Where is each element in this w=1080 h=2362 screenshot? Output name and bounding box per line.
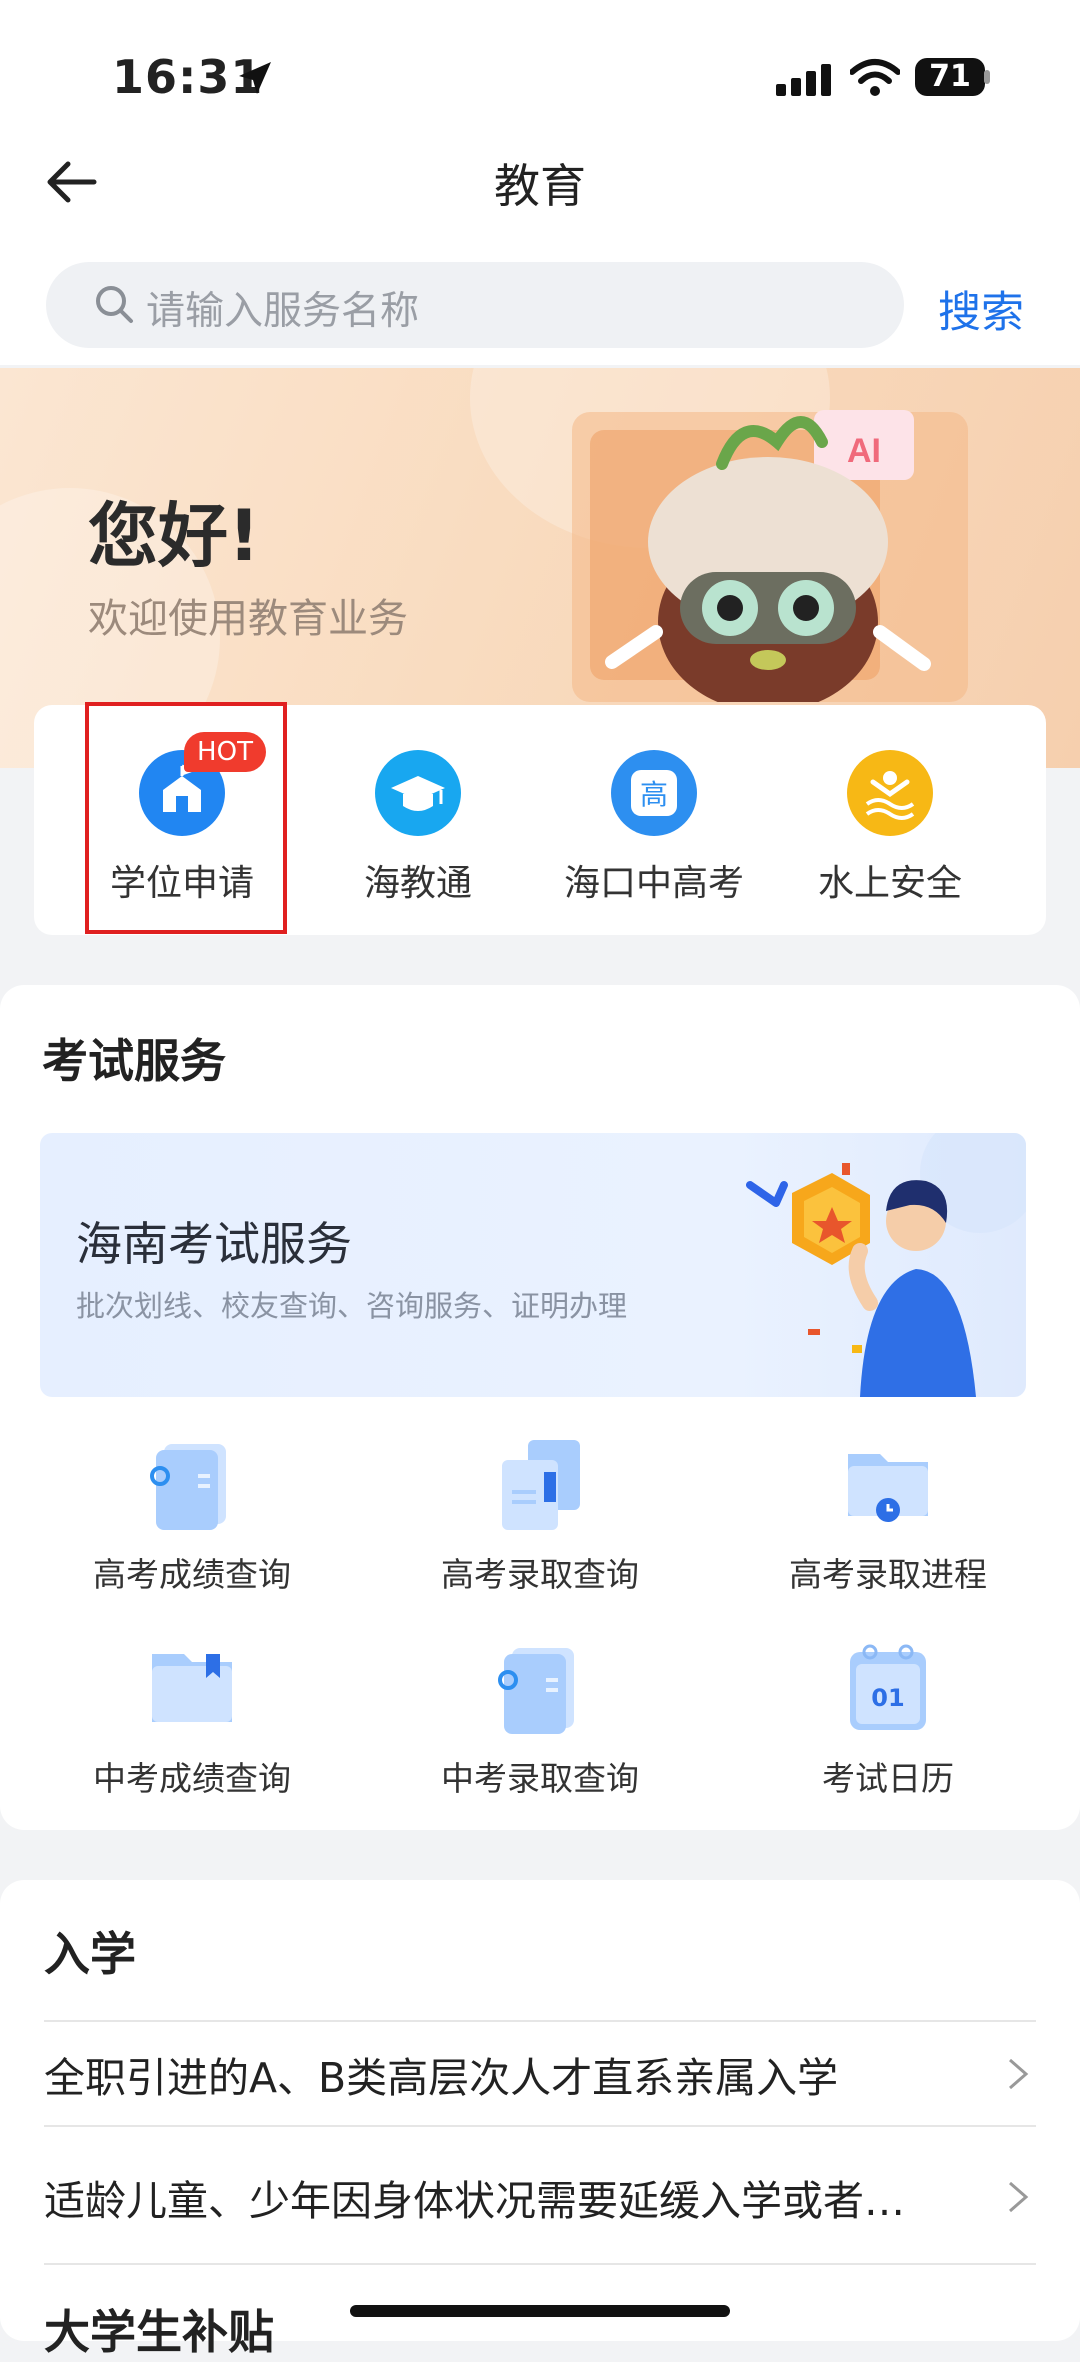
folder-bookmark-icon (152, 1654, 232, 1722)
service-label: 高考成绩查询 (93, 1555, 291, 1594)
exam-trophy-illustration (746, 1133, 1026, 1397)
location-arrow-icon (239, 62, 271, 94)
documents-icon (502, 1440, 580, 1530)
chevron-right-icon (1009, 2181, 1029, 2213)
section-title-admission: 入学 (44, 1927, 136, 1981)
service-gaokao-score[interactable]: 高考成绩查询 (22, 1436, 362, 1596)
service-exam-calendar[interactable]: 01 考试日历 (718, 1640, 1058, 1800)
quick-service-label: 海教通 (363, 863, 472, 904)
cellular-signal-icon (776, 64, 831, 96)
wifi-icon (850, 59, 900, 96)
service-zhongkao-admission[interactable]: 中考录取查询 (370, 1640, 710, 1800)
welcome-text: 欢迎使用教育业务 (88, 596, 408, 642)
highlight-box (85, 702, 287, 934)
coconut-mascot-illustration: AI (572, 410, 968, 702)
quick-service-haikou-exams[interactable]: 高 海口中高考 (554, 730, 754, 906)
page-title: 教育 (494, 159, 586, 213)
chevron-right-icon (1009, 2058, 1029, 2090)
quick-service-water-safety[interactable]: 水上安全 (790, 730, 990, 906)
quick-service-haijiaotong[interactable]: 海教通 (318, 730, 518, 906)
greeting-text: 您好! (88, 495, 260, 577)
document-link-icon (498, 1648, 574, 1734)
swimmer-icon (847, 750, 933, 836)
list-item-label: 适龄儿童、少年因身体状况需要延缓入学或者… (44, 2177, 905, 2225)
section-title-exam: 考试服务 (42, 1034, 226, 1088)
battery-indicator: 71 (915, 58, 985, 96)
quick-service-label: 海口中高考 (563, 863, 744, 904)
list-item[interactable]: 适龄儿童、少年因身体状况需要延缓入学或者… (44, 2125, 1036, 2263)
search-placeholder: 请输入服务名称 (146, 289, 420, 334)
section-title-partial: 大学生补贴 (44, 2305, 274, 2359)
list-item[interactable]: 全职引进的A、B类高层次人才直系亲属入学 (44, 2020, 1036, 2126)
ai-label: AI (847, 432, 881, 470)
gao-icon-char: 高 (640, 778, 668, 811)
exam-banner-subtitle: 批次划线、校友查询、咨询服务、证明办理 (76, 1289, 628, 1323)
document-link-icon (150, 1444, 226, 1530)
search-button[interactable]: 搜索 (938, 278, 1024, 340)
gao-icon: 高 (611, 750, 697, 836)
exam-banner-title: 海南考试服务 (76, 1217, 352, 1271)
graduation-cap-icon (375, 750, 461, 836)
service-gaokao-progress[interactable]: 高考录取进程 (718, 1436, 1058, 1596)
service-label: 高考录取进程 (789, 1555, 987, 1594)
search-icon (96, 286, 133, 323)
battery-cap (984, 70, 990, 84)
service-label: 中考录取查询 (441, 1759, 639, 1798)
list-item-label: 全职引进的A、B类高层次人才直系亲属入学 (44, 2054, 839, 2102)
service-zhongkao-score[interactable]: 中考成绩查询 (22, 1640, 362, 1800)
service-label: 中考成绩查询 (93, 1759, 291, 1798)
service-gaokao-admission[interactable]: 高考录取查询 (370, 1436, 710, 1596)
calendar-icon: 01 (850, 1644, 926, 1730)
service-label: 高考录取查询 (441, 1555, 639, 1594)
folder-clock-icon (848, 1454, 928, 1522)
quick-service-label: 水上安全 (817, 863, 962, 904)
home-indicator[interactable] (350, 2305, 730, 2317)
calendar-day: 01 (871, 1684, 904, 1712)
service-label: 考试日历 (822, 1759, 954, 1798)
